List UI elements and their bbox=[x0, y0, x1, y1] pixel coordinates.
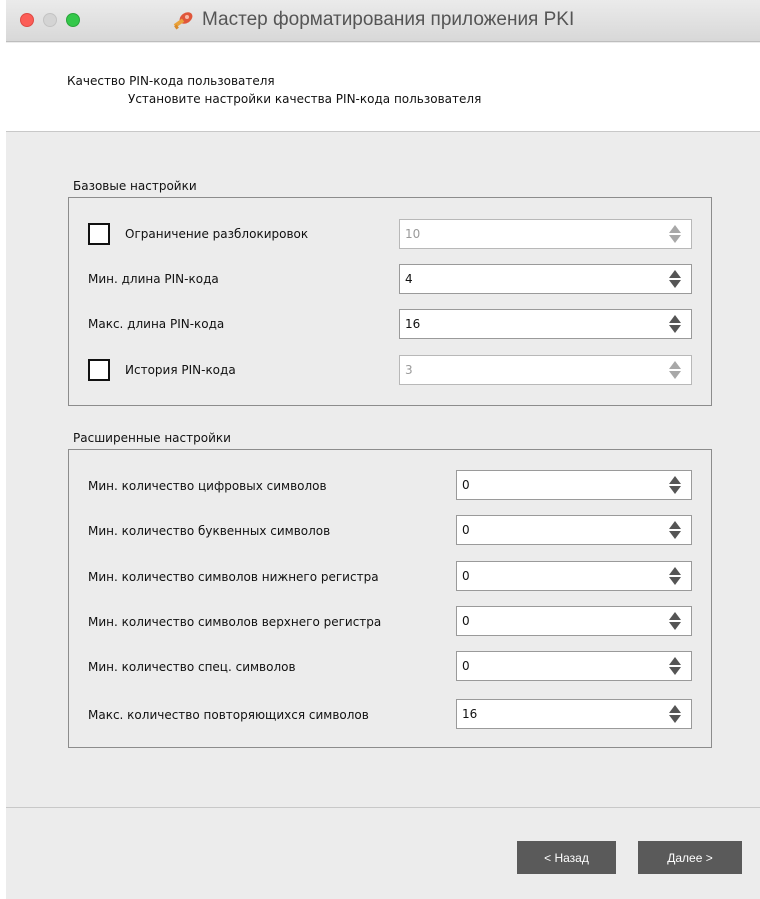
spinner-arrows-icon[interactable] bbox=[668, 705, 682, 723]
minimize-window-button[interactable] bbox=[43, 13, 57, 27]
wizard-header: Качество PIN-кода пользователя Установит… bbox=[6, 43, 760, 132]
wizard-page-subtitle: Установите настройки качества PIN-кода п… bbox=[128, 92, 482, 106]
min-letters-spinner[interactable]: 0 bbox=[456, 515, 692, 545]
unlock-limit-value: 10 bbox=[405, 227, 421, 241]
back-button[interactable]: < Назад bbox=[517, 841, 616, 874]
basic-settings-group: Ограничение разблокировок 10 Мин. длина … bbox=[68, 197, 712, 406]
advanced-row-label: Мин. количество цифровых символов bbox=[88, 479, 327, 493]
unlock-limit-checkbox[interactable] bbox=[88, 223, 110, 245]
pin-history-value: 3 bbox=[405, 363, 413, 377]
spinner-value: 16 bbox=[462, 707, 478, 721]
wizard-page-title: Качество PIN-кода пользователя bbox=[67, 74, 275, 88]
spinner-arrows-icon[interactable] bbox=[668, 225, 682, 243]
spinner-value: 0 bbox=[462, 614, 470, 628]
spinner-arrows-icon[interactable] bbox=[668, 521, 682, 539]
max-length-label: Макс. длина PIN-кода bbox=[88, 317, 225, 331]
min-uppercase-spinner[interactable]: 0 bbox=[456, 606, 692, 636]
max-length-value: 16 bbox=[405, 317, 421, 331]
advanced-row-label: Мин. количество символов нижнего регистр… bbox=[88, 570, 379, 584]
wizard-window: Мастер форматирования приложения PKI Кач… bbox=[6, 0, 760, 899]
footer-divider bbox=[6, 807, 760, 808]
advanced-row-label: Макс. количество повторяющихся символов bbox=[88, 708, 369, 722]
min-length-label: Мин. длина PIN-кода bbox=[88, 272, 219, 286]
spinner-arrows-icon[interactable] bbox=[668, 361, 682, 379]
min-length-value: 4 bbox=[405, 272, 413, 286]
spinner-value: 0 bbox=[462, 523, 470, 537]
pki-app-icon bbox=[173, 12, 193, 30]
advanced-settings-label: Расширенные настройки bbox=[73, 431, 231, 445]
window-title: Мастер форматирования приложения PKI bbox=[202, 9, 575, 30]
basic-settings-label: Базовые настройки bbox=[73, 179, 197, 193]
unlock-limit-spinner[interactable]: 10 bbox=[399, 219, 692, 249]
spinner-value: 0 bbox=[462, 569, 470, 583]
spinner-arrows-icon[interactable] bbox=[668, 612, 682, 630]
unlock-limit-label: Ограничение разблокировок bbox=[125, 227, 309, 241]
advanced-row-label: Мин. количество буквенных символов bbox=[88, 524, 331, 538]
advanced-row-label: Мин. количество символов верхнего регист… bbox=[88, 615, 382, 629]
pin-history-checkbox[interactable] bbox=[88, 359, 110, 381]
spinner-arrows-icon[interactable] bbox=[668, 270, 682, 288]
spinner-arrows-icon[interactable] bbox=[668, 567, 682, 585]
close-window-button[interactable] bbox=[20, 13, 34, 27]
next-button[interactable]: Далее > bbox=[638, 841, 742, 874]
spinner-arrows-icon[interactable] bbox=[668, 657, 682, 675]
max-repeat-spinner[interactable]: 16 bbox=[456, 699, 692, 729]
maximize-window-button[interactable] bbox=[66, 13, 80, 27]
pin-history-label: История PIN-кода bbox=[125, 363, 236, 377]
spinner-arrows-icon[interactable] bbox=[668, 476, 682, 494]
advanced-row-label: Мин. количество спец. символов bbox=[88, 660, 296, 674]
spinner-value: 0 bbox=[462, 659, 470, 673]
pin-history-spinner[interactable]: 3 bbox=[399, 355, 692, 385]
max-length-spinner[interactable]: 16 bbox=[399, 309, 692, 339]
spinner-arrows-icon[interactable] bbox=[668, 315, 682, 333]
min-digits-spinner[interactable]: 0 bbox=[456, 470, 692, 500]
title-bar[interactable]: Мастер форматирования приложения PKI bbox=[6, 0, 760, 42]
min-length-spinner[interactable]: 4 bbox=[399, 264, 692, 294]
min-lowercase-spinner[interactable]: 0 bbox=[456, 561, 692, 591]
min-special-spinner[interactable]: 0 bbox=[456, 651, 692, 681]
spinner-value: 0 bbox=[462, 478, 470, 492]
advanced-settings-group: Мин. количество цифровых символов 0 Мин.… bbox=[68, 449, 712, 748]
